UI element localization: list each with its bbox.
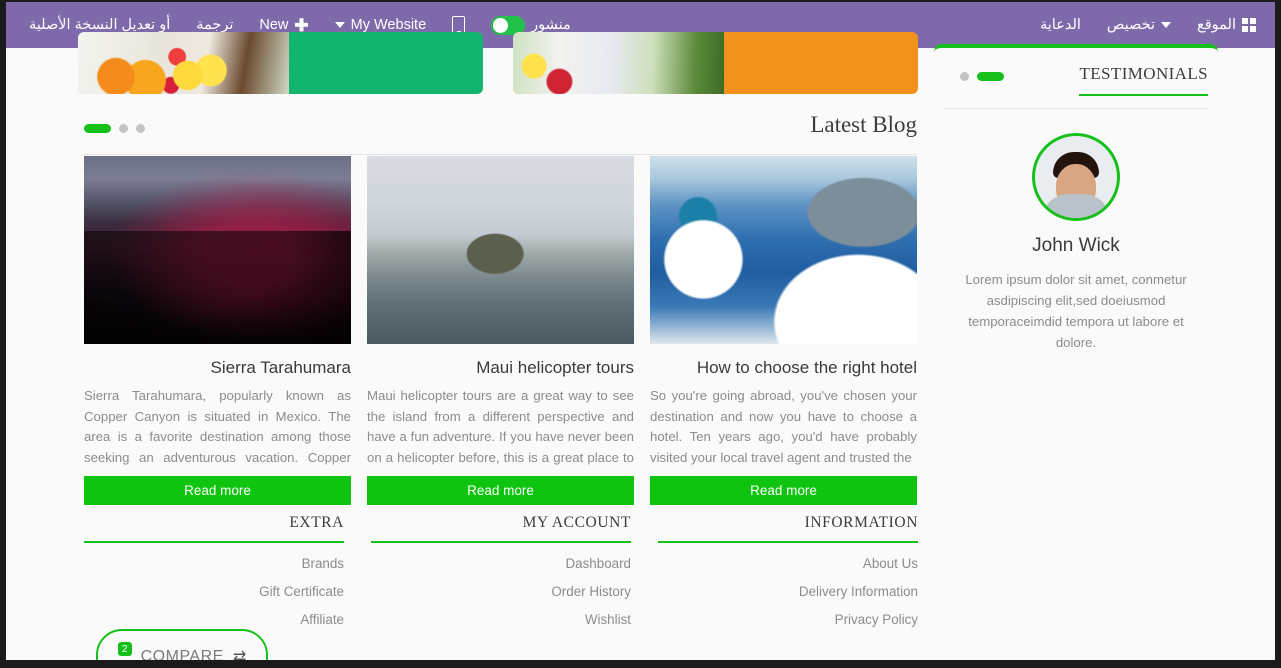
- chevron-down-icon: [1161, 22, 1172, 28]
- footer-link-affiliate[interactable]: Affiliate: [84, 612, 344, 627]
- testimonials-carousel-dots: [960, 72, 1004, 81]
- blog-card: Sierra Tarahumara Sierra Tarahumara, pop…: [84, 156, 351, 505]
- compare-button-label: COMPARE: [140, 648, 224, 660]
- blog-image-how-to-choose-the-right-hotel[interactable]: [650, 156, 917, 344]
- footer-column-my-account: MY ACCOUNT Dashboard Order History Wishl…: [371, 514, 631, 627]
- compare-count-badge: 2: [117, 642, 132, 656]
- admin-bar-customize-label: تخصيص: [1106, 17, 1156, 33]
- read-more-button[interactable]: Read more: [84, 476, 351, 505]
- avatar: [1032, 133, 1120, 221]
- blog-title-wrap: Sierra Tarahumara: [84, 358, 351, 378]
- footer-column-extra: EXTRA Brands Gift Certificate Affiliate: [84, 514, 344, 627]
- dairy-greens-image: [513, 32, 724, 94]
- carousel-dot-1[interactable]: [84, 124, 111, 133]
- blog-title[interactable]: How to choose the right hotel: [650, 358, 917, 378]
- testimonial-quote: Lorem ipsum dolor sit amet, conmetur asd…: [965, 272, 1187, 350]
- testimonial-dot-2[interactable]: [977, 72, 1004, 81]
- page-content: Latest Blog Sierra Tarahumara Sierra Tar…: [6, 32, 1275, 660]
- testimonials-header: TESTIMONIALS: [944, 64, 1208, 109]
- blog-title[interactable]: Sierra Tarahumara: [84, 358, 351, 378]
- blog-excerpt: Sierra Tarahumara, popularly known as Co…: [84, 388, 351, 465]
- footer-link-brands[interactable]: Brands: [84, 556, 344, 571]
- blog-title-wrap: Maui helicopter tours: [367, 358, 634, 378]
- promo-banner-dairy[interactable]: [513, 32, 918, 94]
- blog-title-wrap: How to choose the right hotel: [650, 358, 917, 378]
- carousel-dot-3[interactable]: [136, 124, 145, 133]
- footer-link-order-history[interactable]: Order History: [371, 584, 631, 599]
- grid-icon: [1242, 18, 1256, 32]
- testimonials-panel: TESTIMONIALS John Wick Lorem ipsum dolor…: [934, 44, 1218, 408]
- read-more-button[interactable]: Read more: [650, 476, 917, 505]
- compare-arrows-icon: ⇄: [232, 649, 247, 660]
- blog-excerpt: So you're going abroad, you've chosen yo…: [650, 388, 917, 465]
- admin-bar-customize[interactable]: تخصيص: [1094, 2, 1184, 48]
- blog-excerpt: Maui helicopter tours are a great way to…: [367, 388, 634, 465]
- blog-card: Maui helicopter tours Maui helicopter to…: [367, 156, 634, 505]
- footer-link-privacy-policy[interactable]: Privacy Policy: [658, 612, 918, 627]
- admin-bar-site-menu[interactable]: الموقع: [1184, 2, 1269, 48]
- browser-viewport: أو تعديل النسخة الأصلية ترجمة New ✚ My W…: [6, 2, 1275, 660]
- testimonial-author-name: John Wick: [1032, 235, 1120, 256]
- promo-banner-organic[interactable]: [78, 32, 483, 94]
- footer-link-gift-certificate[interactable]: Gift Certificate: [84, 584, 344, 599]
- page-title: Latest Blog: [810, 112, 917, 137]
- blog-carousel-dots: [84, 124, 145, 133]
- plus-icon: ✚: [294, 15, 309, 35]
- footer-column-information: INFORMATION About Us Delivery Informatio…: [658, 514, 918, 627]
- blog-title[interactable]: Maui helicopter tours: [367, 358, 634, 378]
- footer-heading-extra: EXTRA: [84, 514, 344, 543]
- footer-heading-my-account: MY ACCOUNT: [371, 514, 631, 543]
- admin-bar-ads-label: الدعاية: [1039, 17, 1081, 33]
- blog-image-maui-helicopter-tours[interactable]: [367, 156, 634, 344]
- latest-blog-header: Latest Blog: [84, 110, 917, 155]
- footer-link-wishlist[interactable]: Wishlist: [371, 612, 631, 627]
- footer-link-about-us[interactable]: About Us: [658, 556, 918, 571]
- admin-bar-right-group: الموقع تخصيص الدعاية: [1027, 2, 1269, 48]
- promo-banner-row: [78, 32, 918, 94]
- footer-heading-information: INFORMATION: [658, 514, 918, 543]
- blog-card: How to choose the right hotel So you're …: [650, 156, 917, 505]
- footer-link-dashboard[interactable]: Dashboard: [371, 556, 631, 571]
- testimonials-title: TESTIMONIALS: [1079, 64, 1208, 96]
- blog-card-list: Sierra Tarahumara Sierra Tarahumara, pop…: [84, 156, 917, 505]
- organic-produce-image: [78, 32, 289, 94]
- blog-image-sierra-tarahumara[interactable]: [84, 156, 351, 344]
- admin-bar-site-menu-label: الموقع: [1197, 17, 1236, 33]
- toggle-knob: [493, 17, 509, 33]
- avatar-body: [1041, 194, 1111, 218]
- carousel-dot-2[interactable]: [119, 124, 128, 133]
- compare-button[interactable]: 2 COMPARE ⇄: [96, 629, 268, 660]
- read-more-button[interactable]: Read more: [367, 476, 634, 505]
- testimonial-dot-1[interactable]: [960, 72, 969, 81]
- chevron-down-icon: [334, 22, 345, 28]
- admin-bar-ads[interactable]: الدعاية: [1027, 2, 1094, 48]
- footer-link-delivery-information[interactable]: Delivery Information: [658, 584, 918, 599]
